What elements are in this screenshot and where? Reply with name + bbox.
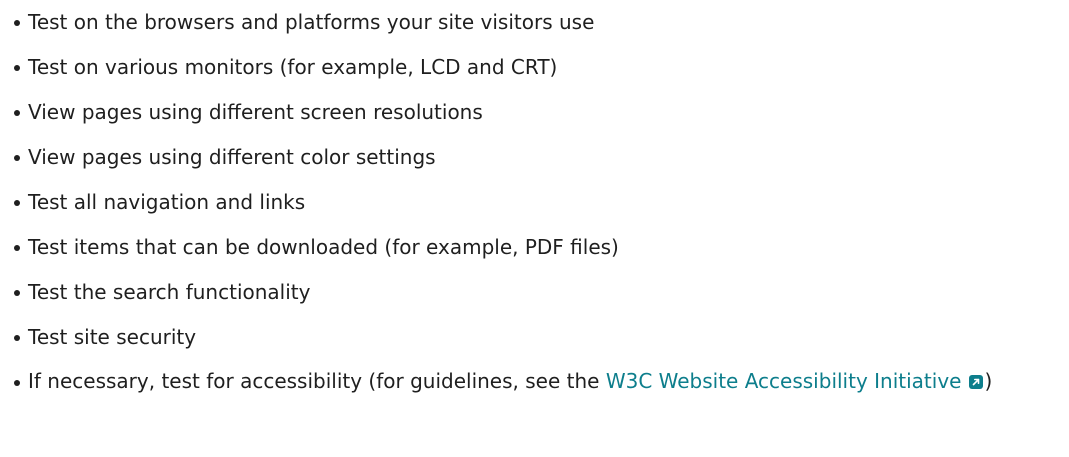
list-item-text: Test all navigation and links xyxy=(28,190,306,214)
list-item: Test on various monitors (for example, L… xyxy=(14,52,1064,82)
bullet-icon xyxy=(14,200,20,206)
list-item-text: View pages using different screen resolu… xyxy=(28,100,483,124)
list-item: Test on the browsers and platforms your … xyxy=(14,7,1064,37)
list-item: View pages using different screen resolu… xyxy=(14,97,1064,127)
bullet-icon xyxy=(14,245,20,251)
bullet-icon xyxy=(14,20,20,26)
list-item: Test all navigation and links xyxy=(14,187,1064,217)
list-item-text: Test items that can be downloaded (for e… xyxy=(28,235,619,259)
external-link-icon[interactable] xyxy=(969,375,984,389)
bullet-icon xyxy=(14,155,20,161)
list-item: Test the search functionality xyxy=(14,277,1064,307)
bullet-icon xyxy=(14,110,20,116)
bullet-icon xyxy=(14,335,20,341)
w3c-accessibility-link[interactable]: W3C Website Accessibility Initiative xyxy=(606,369,985,393)
bullet-icon xyxy=(14,290,20,296)
list-item-suffix: ) xyxy=(984,369,993,393)
list-item: View pages using different color setting… xyxy=(14,142,1064,172)
list-item: Test site security xyxy=(14,322,1064,352)
list-item-text: Test on the browsers and platforms your … xyxy=(28,10,595,34)
list-item-text: View pages using different color setting… xyxy=(28,145,436,169)
testing-checklist: Test on the browsers and platforms your … xyxy=(14,7,1064,395)
list-item-text: Test the search functionality xyxy=(28,280,311,304)
list-item: Test items that can be downloaded (for e… xyxy=(14,232,1064,262)
bullet-icon xyxy=(14,380,20,386)
list-item-text: Test site security xyxy=(28,325,197,349)
list-item-text: Test on various monitors (for example, L… xyxy=(28,55,558,79)
w3c-accessibility-link-text[interactable]: W3C Website Accessibility Initiative xyxy=(606,369,962,393)
bullet-icon xyxy=(14,65,20,71)
list-item-prefix: If necessary, test for accessibility (fo… xyxy=(28,369,606,393)
list-item-accessibility: If necessary, test for accessibility (fo… xyxy=(14,367,1064,395)
